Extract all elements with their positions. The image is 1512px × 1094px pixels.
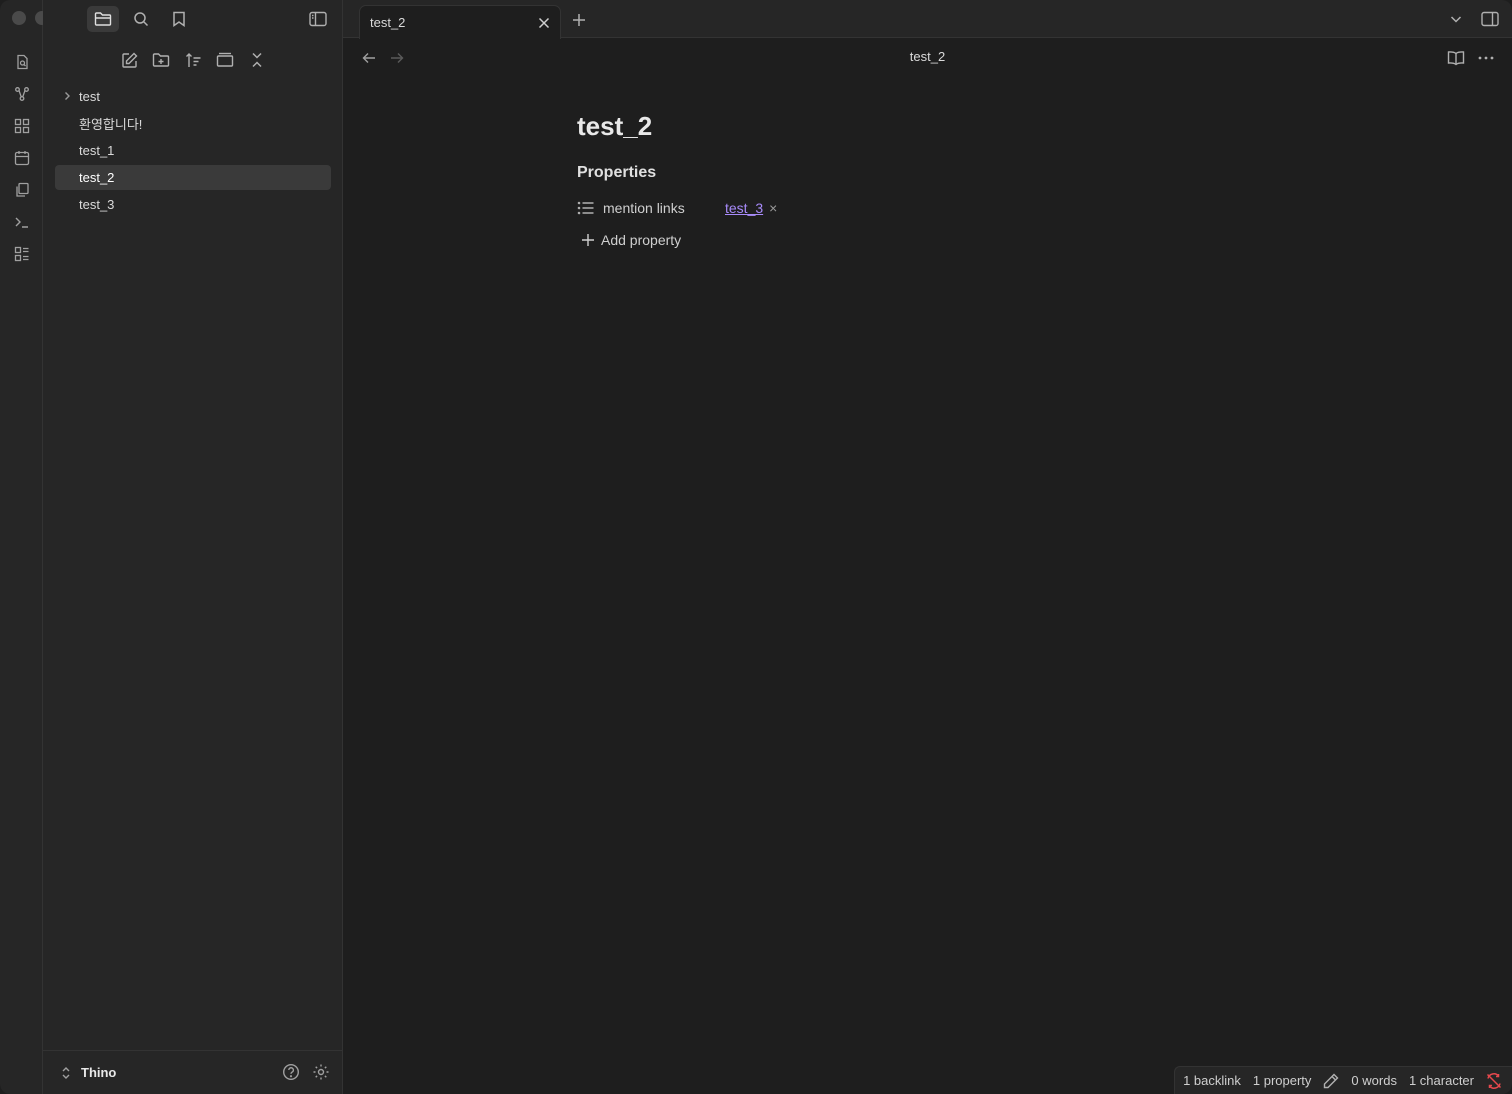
tab-bar-actions bbox=[1446, 9, 1500, 29]
auto-reveal-button[interactable] bbox=[211, 46, 239, 74]
tree-file-test-3[interactable]: test_3 bbox=[55, 192, 331, 217]
close-window-button[interactable] bbox=[12, 11, 26, 25]
calendar-icon[interactable] bbox=[8, 144, 36, 172]
remove-value-button[interactable]: × bbox=[769, 200, 777, 216]
tree-file-welcome[interactable]: 환영합니다! bbox=[55, 111, 331, 136]
tree-item-label: 환영합니다! bbox=[79, 117, 143, 132]
sort-icon bbox=[185, 52, 200, 67]
more-horizontal-icon bbox=[1478, 56, 1494, 60]
collapse-all-button[interactable] bbox=[243, 46, 271, 74]
left-ribbon bbox=[0, 0, 72, 1094]
plus-icon bbox=[582, 234, 594, 246]
open-quick-switcher-icon[interactable] bbox=[8, 48, 36, 76]
toggle-right-sidebar-button[interactable] bbox=[1480, 9, 1500, 29]
ribbon-icons bbox=[0, 48, 43, 272]
tab-test-2[interactable]: test_2 bbox=[359, 5, 561, 39]
close-tab-button[interactable] bbox=[536, 15, 552, 31]
sidebar-left-icon bbox=[309, 11, 327, 27]
folder-icon bbox=[94, 12, 112, 26]
sort-button[interactable] bbox=[179, 46, 207, 74]
collapse-sidebar-button[interactable] bbox=[304, 6, 332, 32]
gear-icon bbox=[313, 1064, 329, 1080]
edit-icon bbox=[121, 52, 137, 68]
add-property-button[interactable]: Add property bbox=[577, 232, 1277, 248]
bookmarks-tab-button[interactable] bbox=[163, 6, 195, 32]
file-explorer-sidebar: test 환영합니다! test_1 test_2 test_3 Thino bbox=[43, 0, 343, 1094]
tree-file-test-2[interactable]: test_2 bbox=[55, 165, 331, 190]
sidebar-right-icon bbox=[1481, 11, 1499, 27]
reading-view-button[interactable] bbox=[1446, 48, 1466, 68]
panel-icon bbox=[216, 52, 234, 67]
backlinks-count[interactable]: 1 backlink bbox=[1183, 1073, 1241, 1088]
sync-error-icon[interactable] bbox=[1486, 1072, 1502, 1089]
tree-folder-test[interactable]: test bbox=[55, 84, 331, 109]
tree-file-test-1[interactable]: test_1 bbox=[55, 138, 331, 163]
vault-footer: Thino bbox=[43, 1050, 343, 1094]
tab-label: test_2 bbox=[370, 15, 406, 30]
tree-item-label: test bbox=[79, 89, 100, 104]
chevron-down-icon bbox=[1450, 16, 1462, 23]
book-open-icon bbox=[1447, 51, 1465, 66]
graph-view-icon[interactable] bbox=[8, 80, 36, 108]
templates-icon[interactable] bbox=[8, 176, 36, 204]
search-tab-button[interactable] bbox=[125, 6, 157, 32]
properties-heading[interactable]: Properties bbox=[577, 164, 1277, 182]
new-folder-button[interactable] bbox=[147, 46, 175, 74]
property-key-label: mention links bbox=[603, 200, 685, 216]
vault-name: Thino bbox=[81, 1065, 117, 1080]
new-tab-button[interactable] bbox=[569, 10, 589, 30]
view-actions bbox=[1446, 48, 1496, 68]
property-key[interactable]: mention links bbox=[577, 199, 725, 217]
help-icon bbox=[282, 1063, 300, 1081]
note-title[interactable]: test_2 bbox=[577, 108, 1277, 144]
chevrons-collapse-icon bbox=[252, 52, 262, 68]
tab-list-button[interactable] bbox=[1446, 9, 1466, 29]
note-content: test_2 Properties mention links test_3 ×… bbox=[577, 108, 1277, 248]
property-value: test_3 × bbox=[725, 200, 777, 216]
files-tab-button[interactable] bbox=[87, 6, 119, 32]
file-explorer-toolbar bbox=[115, 46, 271, 74]
word-count: 0 words bbox=[1351, 1073, 1397, 1088]
editing-mode-icon[interactable] bbox=[1323, 1073, 1339, 1089]
view-header-title[interactable]: test_2 bbox=[343, 49, 1512, 64]
new-note-button[interactable] bbox=[115, 46, 143, 74]
dashboard-icon[interactable] bbox=[8, 240, 36, 268]
help-button[interactable] bbox=[279, 1060, 303, 1084]
folder-plus-icon bbox=[152, 53, 170, 67]
plus-icon bbox=[573, 14, 585, 26]
app-window: test 환영합니다! test_1 test_2 test_3 Thino t… bbox=[0, 0, 1512, 1094]
list-icon[interactable] bbox=[577, 199, 595, 217]
bookmark-icon bbox=[173, 11, 185, 27]
more-options-button[interactable] bbox=[1476, 48, 1496, 68]
sidebar-tab-switcher bbox=[87, 6, 195, 32]
chevrons-up-down-icon bbox=[62, 1066, 70, 1079]
search-icon bbox=[134, 12, 149, 27]
chevron-right-icon bbox=[61, 90, 73, 102]
tree-item-label: test_1 bbox=[79, 143, 115, 158]
add-property-label: Add property bbox=[601, 232, 682, 248]
tree-item-label: test_3 bbox=[79, 197, 115, 212]
tree-item-label: test_2 bbox=[79, 170, 115, 185]
terminal-icon[interactable] bbox=[8, 208, 36, 236]
file-tree: test 환영합니다! test_1 test_2 test_3 bbox=[55, 84, 331, 219]
tab-bar: test_2 bbox=[343, 0, 1512, 39]
property-link-test-3[interactable]: test_3 bbox=[725, 200, 763, 216]
properties-count[interactable]: 1 property bbox=[1253, 1073, 1312, 1088]
property-row: mention links test_3 × bbox=[577, 196, 1277, 220]
view-header: test_2 bbox=[343, 38, 1512, 78]
settings-button[interactable] bbox=[309, 1060, 333, 1084]
canvas-icon[interactable] bbox=[8, 112, 36, 140]
vault-switcher[interactable]: Thino bbox=[61, 1065, 116, 1080]
vault-footer-actions bbox=[279, 1060, 333, 1084]
status-bar: 1 backlink 1 property 0 words 1 characte… bbox=[1174, 1066, 1512, 1094]
close-icon bbox=[538, 17, 550, 29]
character-count: 1 character bbox=[1408, 1073, 1474, 1088]
